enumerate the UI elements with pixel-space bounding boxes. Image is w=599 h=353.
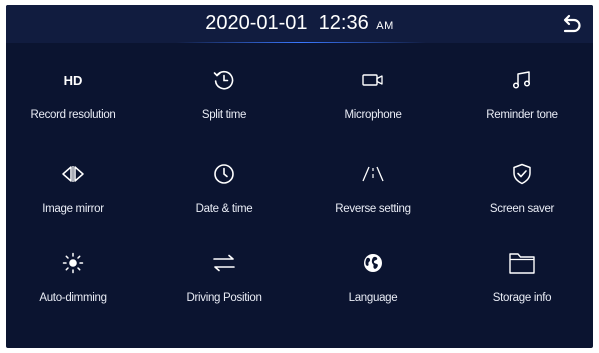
menu-item-label: Reverse setting [335, 203, 411, 215]
folder-icon [452, 250, 592, 276]
menu-item-date-time[interactable]: Date & time [154, 161, 294, 233]
menu-item-reminder-tone[interactable]: Reminder tone [452, 67, 592, 139]
menu-item-reverse-setting[interactable]: Reverse setting [303, 161, 443, 233]
menu-item-label: Reminder tone [486, 109, 558, 121]
menu-item-label: Auto-dimming [39, 292, 107, 304]
shield-check-icon [452, 161, 592, 187]
menu-item-label: Record resolution [30, 109, 116, 121]
menu-item-driving-position[interactable]: Driving Position [154, 250, 294, 322]
time-text: 12:36 [318, 12, 369, 34]
settings-screen: 2020-01-01 12:36 AM HD Record resolution… [6, 5, 593, 348]
swap-arrows-icon [154, 250, 294, 276]
menu-item-record-resolution[interactable]: HD Record resolution [6, 67, 143, 139]
menu-item-auto-dimming[interactable]: Auto-dimming [6, 250, 143, 322]
status-bar: 2020-01-01 12:36 AM [6, 5, 593, 43]
music-note-icon [452, 67, 592, 93]
menu-item-label: Split time [201, 109, 247, 121]
date-text: 2020-01-01 [205, 12, 308, 34]
menu-item-label: Microphone [344, 109, 402, 121]
menu-item-label: Screen saver [489, 203, 555, 215]
reverse-lines-icon [303, 161, 443, 187]
menu-item-language[interactable]: Language [303, 250, 443, 322]
menu-item-label: Language [348, 292, 398, 304]
hd-icon: HD [63, 72, 83, 88]
clock-icon [154, 161, 294, 187]
back-button[interactable] [560, 14, 582, 34]
menu-item-label: Date & time [195, 203, 253, 215]
header-divider [176, 42, 426, 43]
menu-item-split-time[interactable]: Split time [154, 67, 294, 139]
camcorder-icon [303, 67, 443, 93]
ampm-text: AM [376, 20, 394, 32]
menu-item-label: Storage info [492, 292, 552, 304]
menu-item-screen-saver[interactable]: Screen saver [452, 161, 592, 233]
menu-item-label: Image mirror [42, 203, 104, 215]
back-arrow-icon [563, 14, 581, 33]
menu-item-label: Driving Position [186, 292, 262, 304]
mirror-icon [6, 161, 143, 187]
brightness-icon [6, 250, 143, 276]
menu-item-storage-info[interactable]: Storage info [452, 250, 592, 322]
clock-cycle-icon [154, 67, 294, 93]
menu-item-image-mirror[interactable]: Image mirror [6, 161, 143, 233]
globe-icon [303, 250, 443, 276]
menu-item-microphone[interactable]: Microphone [303, 67, 443, 139]
datetime-display: 2020-01-01 12:36 AM [6, 10, 593, 39]
